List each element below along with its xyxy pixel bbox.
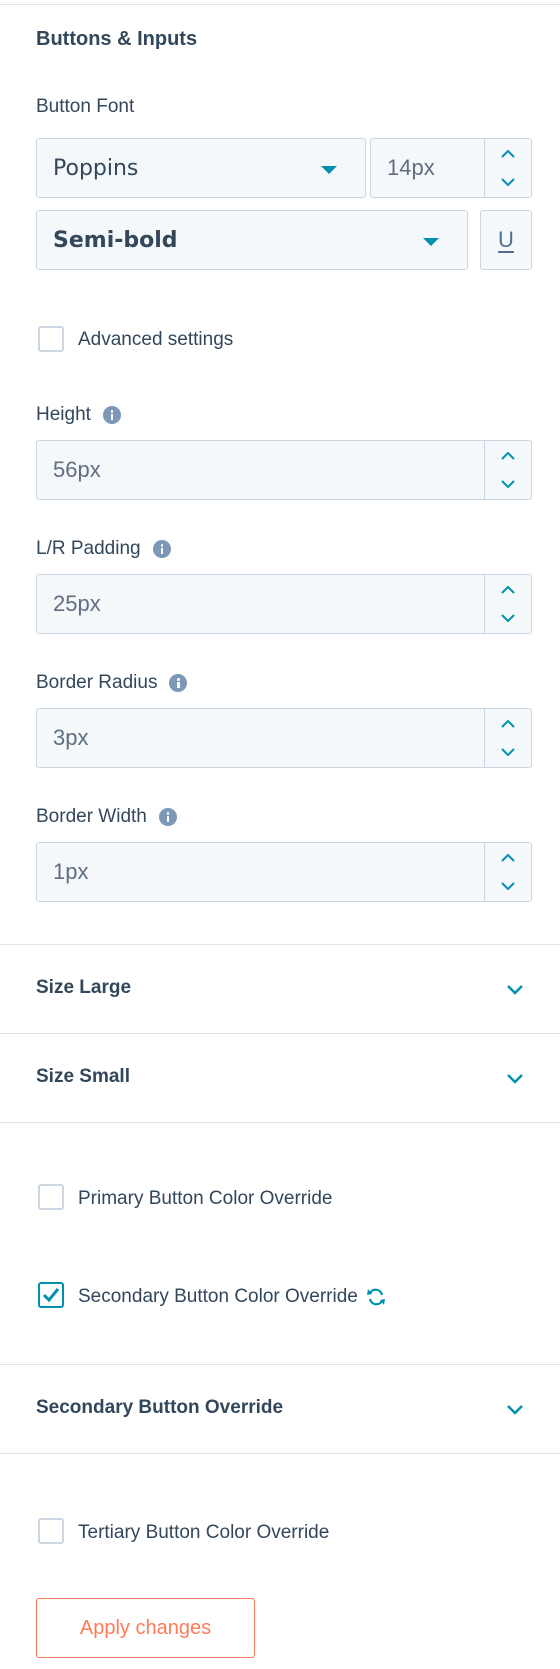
secondary-override-checkbox[interactable] [38, 1282, 64, 1308]
chevron-up-icon [501, 451, 515, 460]
top-divider [0, 4, 560, 5]
chevron-down-icon [507, 1405, 523, 1415]
size-small-title: Size Small [36, 1066, 130, 1087]
font-size-increment[interactable] [485, 139, 531, 168]
advanced-settings-checkbox[interactable] [38, 326, 64, 352]
checkmark-icon [42, 1288, 60, 1303]
chevron-down-icon [501, 748, 515, 757]
chevron-down-icon [501, 614, 515, 623]
border-width-input[interactable]: 1px [53, 843, 88, 901]
border-radius-label: Border Radius [36, 672, 188, 694]
chevron-up-icon [501, 585, 515, 594]
chevron-down-icon [501, 882, 515, 891]
border-radius-increment[interactable] [485, 709, 531, 738]
height-stepper[interactable]: 56px [36, 440, 532, 500]
lr-padding-label: L/R Padding [36, 538, 171, 560]
border-radius-stepper[interactable]: 3px [36, 708, 532, 768]
button-font-label: Button Font [36, 96, 134, 118]
underline-icon: U [498, 227, 514, 252]
lr-padding-label-text: L/R Padding [36, 538, 141, 559]
lr-padding-input[interactable]: 25px [53, 575, 101, 633]
secondary-override-label: Secondary Button Color Override [78, 1286, 386, 1308]
lr-padding-stepper-controls [484, 575, 531, 633]
height-label: Height [36, 404, 121, 426]
font-size-decrement[interactable] [485, 168, 531, 197]
height-label-text: Height [36, 404, 91, 425]
border-width-stepper[interactable]: 1px [36, 842, 532, 902]
font-family-select[interactable]: Poppins [36, 138, 366, 198]
border-radius-label-text: Border Radius [36, 672, 158, 693]
chevron-down-icon [501, 178, 515, 187]
font-weight-select[interactable]: Semi-bold [36, 210, 468, 270]
reset-icon[interactable] [366, 1287, 386, 1307]
info-icon[interactable] [169, 674, 188, 692]
chevron-up-icon [501, 853, 515, 862]
border-width-label-text: Border Width [36, 806, 147, 827]
info-icon[interactable] [152, 540, 171, 558]
primary-override-checkbox[interactable] [38, 1184, 64, 1210]
underline-toggle-button[interactable]: U [480, 210, 532, 270]
secondary-override-label-text: Secondary Button Color Override [78, 1286, 358, 1307]
border-width-decrement[interactable] [485, 872, 531, 901]
chevron-up-icon [501, 149, 515, 158]
border-width-stepper-controls [484, 843, 531, 901]
divider [0, 1122, 560, 1123]
info-icon[interactable] [158, 808, 177, 826]
border-radius-decrement[interactable] [485, 738, 531, 767]
chevron-down-icon [507, 1074, 523, 1084]
caret-down-icon [423, 238, 439, 246]
font-size-value: 14px [387, 155, 435, 180]
tertiary-override-label: Tertiary Button Color Override [78, 1522, 330, 1543]
divider [0, 1453, 560, 1454]
border-radius-stepper-controls [484, 709, 531, 767]
height-increment[interactable] [485, 441, 531, 470]
apply-changes-button[interactable]: Apply changes [36, 1598, 255, 1658]
size-large-title: Size Large [36, 977, 132, 998]
chevron-down-icon [501, 480, 515, 489]
font-family-value: Poppins [53, 155, 139, 181]
info-icon[interactable] [102, 406, 121, 424]
secondary-button-override-accordion[interactable]: Secondary Button Override [0, 1365, 560, 1453]
height-decrement[interactable] [485, 470, 531, 499]
tertiary-override-checkbox[interactable] [38, 1518, 64, 1544]
font-size-stepper[interactable]: 14px [370, 138, 532, 198]
lr-padding-increment[interactable] [485, 575, 531, 604]
border-radius-input[interactable]: 3px [53, 709, 88, 767]
chevron-up-icon [501, 719, 515, 728]
advanced-settings-label: Advanced settings [78, 329, 234, 350]
lr-padding-decrement[interactable] [485, 604, 531, 633]
height-input[interactable]: 56px [53, 441, 101, 499]
section-title: Buttons & Inputs [36, 28, 198, 50]
button-font-label-text: Button Font [36, 96, 135, 117]
border-width-label: Border Width [36, 806, 177, 828]
chevron-down-icon [507, 985, 523, 995]
size-large-accordion[interactable]: Size Large [0, 945, 560, 1033]
secondary-button-override-title: Secondary Button Override [36, 1397, 284, 1418]
font-weight-value: Semi-bold [53, 227, 178, 253]
caret-down-icon [321, 166, 337, 174]
primary-override-label: Primary Button Color Override [78, 1188, 333, 1209]
size-small-accordion[interactable]: Size Small [0, 1034, 560, 1122]
lr-padding-stepper[interactable]: 25px [36, 574, 532, 634]
height-stepper-controls [484, 441, 531, 499]
font-size-stepper-controls [484, 139, 531, 197]
border-width-increment[interactable] [485, 843, 531, 872]
